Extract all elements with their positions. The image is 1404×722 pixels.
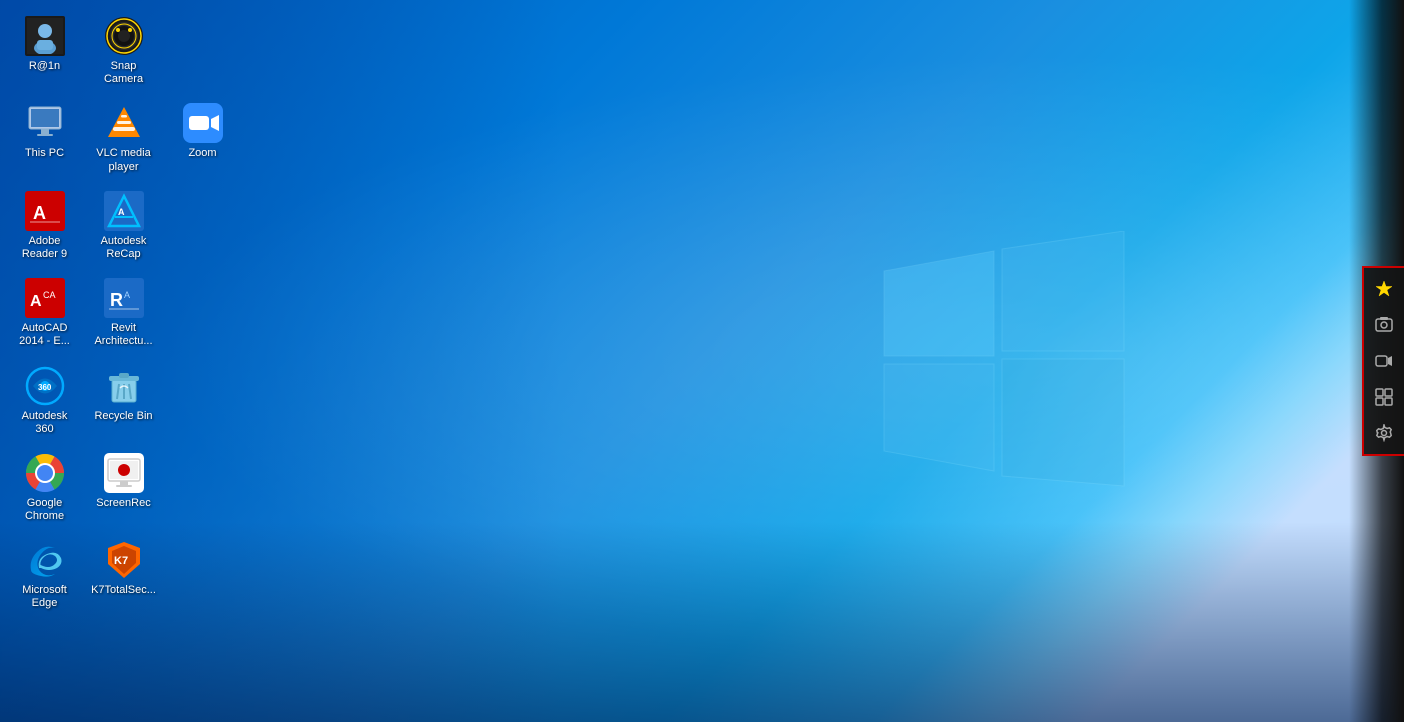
desktop-icon-k7-total-security[interactable]: K7 K7TotalSec...: [86, 536, 161, 614]
desktop-icon-google-chrome[interactable]: Google Chrome: [7, 449, 82, 527]
recycle-bin-icon: [104, 366, 144, 406]
floor-gradient: [0, 522, 1404, 722]
k7-icon: K7: [104, 540, 144, 580]
desktop-icon-zoom[interactable]: Zoom: [165, 99, 240, 177]
toolbar-star-button[interactable]: [1366, 272, 1402, 306]
icon-row-1: This PC VLC media player: [5, 97, 242, 179]
autodesk-360-label: Autodesk 360: [11, 410, 78, 436]
autodesk-360-icon: 360: [25, 366, 65, 406]
toolbar-screenshot-button[interactable]: [1366, 308, 1402, 342]
toolbar-video-record-button[interactable]: [1366, 344, 1402, 378]
toolbar-settings-button[interactable]: [1366, 416, 1402, 450]
icon-row-2: A Adobe Reader 9 A Autodesk ReCa: [5, 185, 163, 267]
vlc-icon: [104, 103, 144, 143]
svg-text:K7: K7: [114, 555, 128, 567]
snap-camera-icon: [104, 16, 144, 56]
desktop-icon-autocad[interactable]: A CA AutoCAD 2014 - E...: [7, 274, 82, 352]
screenrec-icon: [104, 453, 144, 493]
screenrec-label: ScreenRec: [96, 497, 150, 510]
svg-text:A: A: [33, 203, 46, 223]
desktop-icon-microsoft-edge[interactable]: Microsoft Edge: [7, 536, 82, 614]
svg-text:A: A: [30, 293, 42, 310]
desktop-icon-this-pc[interactable]: This PC: [7, 99, 82, 177]
autodesk-recap-icon: A: [104, 191, 144, 231]
user-profile-label: R@1n: [29, 60, 60, 73]
revit-icon: R A: [104, 278, 144, 318]
desktop-icons-area: R@1n Sn: [0, 0, 200, 722]
svg-text:A: A: [124, 290, 130, 300]
this-pc-label: This PC: [25, 147, 64, 160]
zoom-label: Zoom: [188, 147, 216, 160]
icon-row-3: A CA AutoCAD 2014 - E... R A Revit Archi…: [5, 272, 163, 354]
recycle-bin-label: Recycle Bin: [94, 410, 152, 423]
snap-camera-label: Snap Camera: [90, 60, 157, 86]
autodesk-recap-label: Autodesk ReCap: [90, 235, 157, 261]
desktop-icon-autodesk-recap[interactable]: A Autodesk ReCap: [86, 187, 161, 265]
microsoft-edge-icon: [25, 540, 65, 580]
user-icon: [25, 16, 65, 56]
icon-row-5: Google Chrome Screen: [5, 447, 163, 529]
desktop-icon-recycle-bin[interactable]: Recycle Bin: [86, 362, 161, 440]
svg-text:360: 360: [38, 383, 52, 392]
svg-text:A: A: [118, 207, 125, 217]
zoom-icon: [183, 103, 223, 143]
desktop-icon-adobe-reader[interactable]: A Adobe Reader 9: [7, 187, 82, 265]
icon-row-6: Microsoft Edge K7 K7TotalSec...: [5, 534, 163, 616]
autocad-label: AutoCAD 2014 - E...: [11, 322, 78, 348]
revit-label: Revit Architectu...: [90, 322, 157, 348]
k7-total-security-label: K7TotalSec...: [91, 584, 156, 597]
desktop-icon-screenrec[interactable]: ScreenRec: [86, 449, 161, 527]
desktop: R@1n Sn: [0, 0, 1404, 722]
vlc-label: VLC media player: [90, 147, 157, 173]
icon-row-4: 360 Autodesk 360: [5, 360, 163, 442]
google-chrome-label: Google Chrome: [11, 497, 78, 523]
svg-text:R: R: [110, 290, 123, 310]
adobe-reader-label: Adobe Reader 9: [11, 235, 78, 261]
right-toolbar: [1362, 266, 1404, 456]
autocad-icon: A CA: [25, 278, 65, 318]
desktop-icon-snap-camera[interactable]: Snap Camera: [86, 12, 161, 90]
this-pc-icon: [25, 103, 65, 143]
icon-row-0: R@1n Sn: [5, 10, 163, 92]
desktop-icon-user-profile[interactable]: R@1n: [7, 12, 82, 90]
windows-logo: [854, 151, 1154, 571]
google-chrome-icon: [25, 453, 65, 493]
microsoft-edge-label: Microsoft Edge: [11, 584, 78, 610]
desktop-icon-revit[interactable]: R A Revit Architectu...: [86, 274, 161, 352]
adobe-reader-icon: A: [25, 191, 65, 231]
desktop-icon-vlc[interactable]: VLC media player: [86, 99, 161, 177]
toolbar-gallery-button[interactable]: [1366, 380, 1402, 414]
svg-text:CA: CA: [43, 290, 56, 300]
desktop-icon-autodesk-360[interactable]: 360 Autodesk 360: [7, 362, 82, 440]
